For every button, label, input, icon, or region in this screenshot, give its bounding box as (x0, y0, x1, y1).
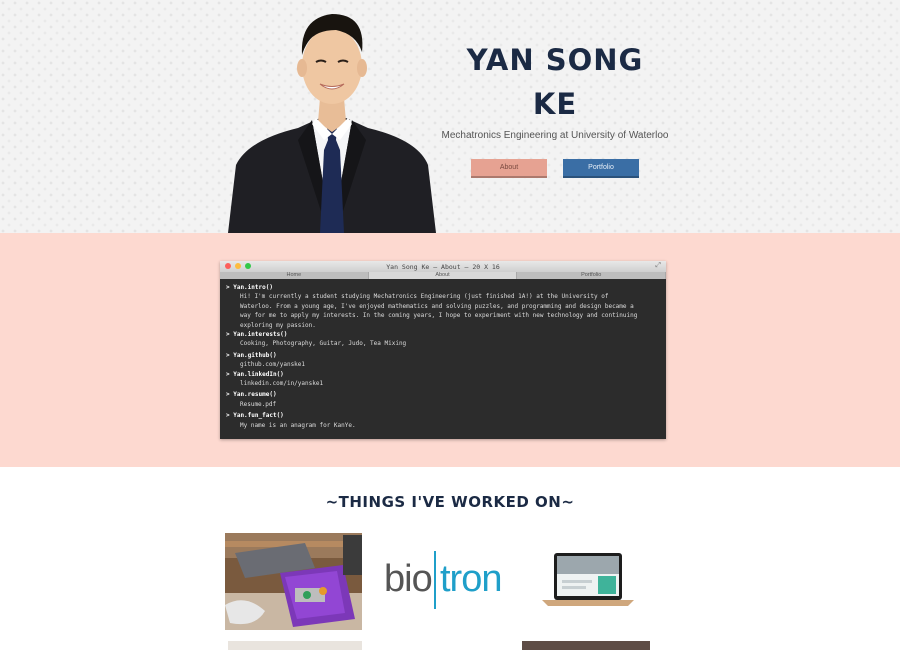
terminal-output: Hi! I'm currently a student studying Mec… (240, 293, 609, 301)
terminal-command: > Yan.fun_fact() (226, 412, 284, 420)
project-thumbnail[interactable] (228, 641, 362, 650)
tab-home[interactable]: Home (220, 272, 369, 279)
hero-buttons: About Portfolio (440, 159, 670, 178)
resume-link[interactable]: Resume.pdf (226, 400, 660, 409)
terminal-titlebar: Yan Song Ke — About — 20 X 16 ⤢ (220, 261, 666, 272)
terminal-output: Cooking, Photography, Guitar, Judo, Tea … (240, 340, 407, 348)
minimize-dot-icon[interactable] (235, 263, 241, 269)
terminal-output: My name is an anagram for KanYe. (240, 421, 356, 429)
maximize-dot-icon[interactable] (245, 263, 251, 269)
tab-portfolio[interactable]: Portfolio (517, 272, 667, 279)
robot-project-thumbnail[interactable] (225, 533, 362, 630)
hero-name-line1: YAN SONG (466, 43, 644, 77)
website-project-thumbnail[interactable] (540, 550, 636, 610)
close-dot-icon[interactable] (225, 263, 231, 269)
terminal-window: Yan Song Ke — About — 20 X 16 ⤢ Home Abo… (220, 261, 667, 439)
portfolio-button[interactable]: Portfolio (563, 159, 639, 178)
profile-photo (228, 14, 436, 233)
expand-icon[interactable]: ⤢ (655, 262, 661, 270)
biotron-logo[interactable]: bio tron (380, 543, 505, 613)
terminal-command: > Yan.resume() (226, 391, 277, 399)
terminal-output: Waterloo. From a young age, I've enjoyed… (240, 302, 634, 310)
terminal-command: > Yan.github() (226, 351, 277, 359)
project-thumbnail[interactable] (522, 641, 650, 650)
terminal-command: > Yan.intro() (226, 284, 273, 291)
terminal-title: Yan Song Ke — About — 20 X 16 (386, 262, 500, 271)
terminal-command: > Yan.interests() (226, 331, 288, 339)
hero-name-line2: KE (532, 87, 578, 121)
about-section: Yan Song Ke — About — 20 X 16 ⤢ Home Abo… (0, 233, 900, 467)
hero-subtitle: Mechatronics Engineering at University o… (441, 130, 669, 141)
tab-about[interactable]: About (368, 272, 518, 279)
hero-text: YAN SONG KE Mechatronics Engineering at … (440, 38, 670, 178)
terminal-output: exploring my passion. (240, 321, 316, 329)
terminal-command: > Yan.linkedIn() (226, 370, 284, 378)
svg-text:bio: bio (384, 558, 432, 600)
terminal-tabs: Home About Portfolio (220, 272, 667, 279)
work-section-title: ~THINGS I'VE WORKED ON~ (325, 493, 575, 511)
github-link[interactable]: github.com/yanske1 (226, 360, 660, 369)
terminal-output: way for me to apply my interests. In the… (240, 312, 638, 320)
hero-section: YAN SONG KE Mechatronics Engineering at … (0, 0, 900, 233)
window-controls (225, 263, 251, 269)
about-button[interactable]: About (471, 159, 547, 178)
terminal-body: > Yan.intro() Hi! I'm currently a studen… (220, 279, 666, 434)
svg-text:tron: tron (440, 558, 501, 600)
linkedin-link[interactable]: linkedin.com/in/yanske1 (226, 379, 660, 388)
